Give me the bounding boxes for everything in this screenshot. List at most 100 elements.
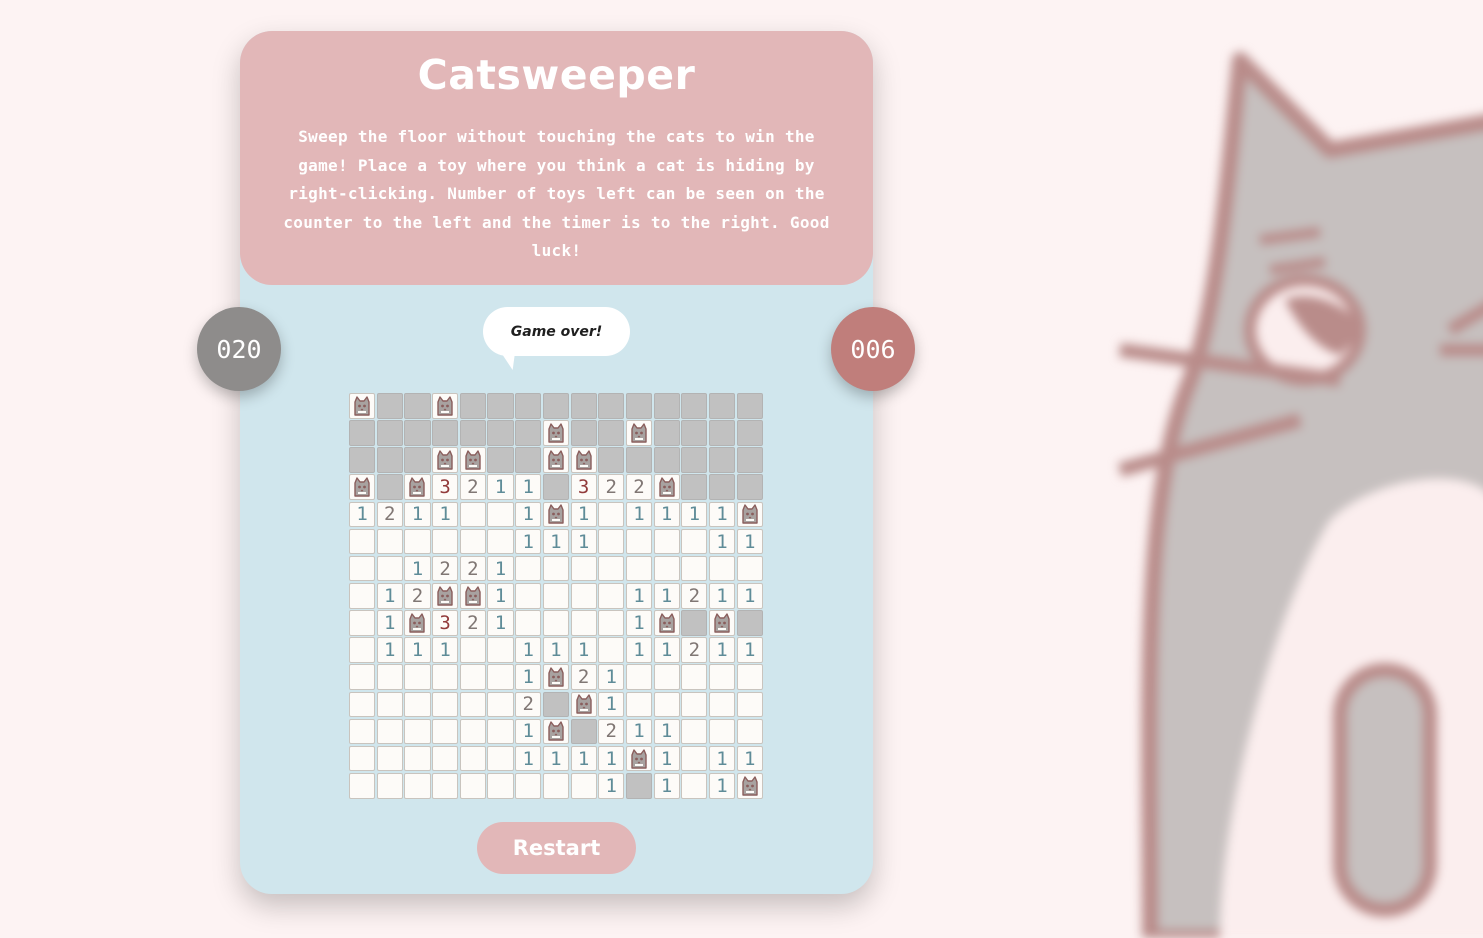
empty-tile[interactable]: [376, 772, 403, 799]
cat-tile[interactable]: [432, 582, 459, 609]
cat-tile[interactable]: [542, 420, 569, 446]
number-tile[interactable]: 1: [570, 501, 597, 528]
empty-tile[interactable]: [625, 691, 653, 718]
number-tile[interactable]: 1: [349, 501, 376, 528]
empty-tile[interactable]: [404, 772, 431, 799]
cat-tile[interactable]: [653, 610, 680, 636]
closed-tile[interactable]: [625, 447, 653, 473]
empty-tile[interactable]: [542, 610, 569, 636]
empty-tile[interactable]: [404, 691, 431, 718]
cat-tile[interactable]: [432, 447, 459, 473]
number-tile[interactable]: 1: [432, 637, 459, 663]
empty-tile[interactable]: [736, 718, 763, 745]
cat-tile[interactable]: [349, 393, 376, 419]
closed-tile[interactable]: [487, 447, 514, 473]
empty-tile[interactable]: [681, 528, 708, 555]
empty-tile[interactable]: [625, 528, 653, 555]
number-tile[interactable]: 1: [653, 637, 680, 663]
number-tile[interactable]: 1: [515, 528, 542, 555]
number-tile[interactable]: 2: [459, 474, 486, 501]
empty-tile[interactable]: [708, 664, 736, 690]
empty-tile[interactable]: [515, 555, 542, 582]
empty-tile[interactable]: [487, 745, 514, 772]
number-tile[interactable]: 1: [598, 691, 625, 718]
number-tile[interactable]: 1: [625, 637, 653, 663]
number-tile[interactable]: 1: [681, 501, 708, 528]
closed-tile[interactable]: [681, 420, 708, 446]
empty-tile[interactable]: [404, 745, 431, 772]
number-tile[interactable]: 2: [570, 664, 597, 690]
number-tile[interactable]: 1: [432, 501, 459, 528]
empty-tile[interactable]: [349, 610, 376, 636]
number-tile[interactable]: 1: [653, 501, 680, 528]
empty-tile[interactable]: [459, 745, 486, 772]
empty-tile[interactable]: [349, 664, 376, 690]
number-tile[interactable]: 1: [653, 745, 680, 772]
number-tile[interactable]: 2: [681, 637, 708, 663]
number-tile[interactable]: 2: [376, 501, 403, 528]
number-tile[interactable]: 1: [625, 610, 653, 636]
number-tile[interactable]: 1: [708, 582, 736, 609]
closed-tile[interactable]: [736, 393, 763, 419]
number-tile[interactable]: 1: [515, 745, 542, 772]
number-tile[interactable]: 1: [487, 474, 514, 501]
closed-tile[interactable]: [681, 474, 708, 501]
empty-tile[interactable]: [459, 501, 486, 528]
restart-button[interactable]: Restart: [477, 822, 636, 874]
number-tile[interactable]: 1: [625, 501, 653, 528]
number-tile[interactable]: 1: [598, 745, 625, 772]
empty-tile[interactable]: [376, 528, 403, 555]
closed-tile[interactable]: [708, 393, 736, 419]
closed-tile[interactable]: [542, 691, 569, 718]
empty-tile[interactable]: [736, 555, 763, 582]
empty-tile[interactable]: [515, 582, 542, 609]
cat-tile[interactable]: [432, 393, 459, 419]
closed-tile[interactable]: [598, 447, 625, 473]
cat-tile[interactable]: [736, 772, 763, 799]
number-tile[interactable]: 1: [736, 637, 763, 663]
closed-tile[interactable]: [404, 420, 431, 446]
empty-tile[interactable]: [598, 528, 625, 555]
number-tile[interactable]: 2: [459, 610, 486, 636]
cat-tile[interactable]: [736, 501, 763, 528]
empty-tile[interactable]: [736, 691, 763, 718]
closed-tile[interactable]: [376, 474, 403, 501]
closed-tile[interactable]: [487, 420, 514, 446]
empty-tile[interactable]: [459, 528, 486, 555]
number-tile[interactable]: 1: [376, 637, 403, 663]
closed-tile[interactable]: [598, 393, 625, 419]
number-tile[interactable]: 1: [487, 555, 514, 582]
number-tile[interactable]: 1: [570, 637, 597, 663]
number-tile[interactable]: 1: [404, 501, 431, 528]
number-tile[interactable]: 3: [432, 474, 459, 501]
number-tile[interactable]: 1: [542, 637, 569, 663]
closed-tile[interactable]: [376, 393, 403, 419]
cat-tile[interactable]: [653, 474, 680, 501]
empty-tile[interactable]: [736, 664, 763, 690]
empty-tile[interactable]: [349, 745, 376, 772]
closed-tile[interactable]: [708, 420, 736, 446]
cat-tile[interactable]: [708, 610, 736, 636]
empty-tile[interactable]: [598, 555, 625, 582]
number-tile[interactable]: 3: [570, 474, 597, 501]
closed-tile[interactable]: [376, 447, 403, 473]
empty-tile[interactable]: [598, 582, 625, 609]
empty-tile[interactable]: [459, 718, 486, 745]
closed-tile[interactable]: [542, 474, 569, 501]
empty-tile[interactable]: [432, 664, 459, 690]
empty-tile[interactable]: [349, 691, 376, 718]
number-tile[interactable]: 1: [515, 474, 542, 501]
number-tile[interactable]: 1: [708, 501, 736, 528]
number-tile[interactable]: 1: [515, 718, 542, 745]
number-tile[interactable]: 1: [653, 582, 680, 609]
number-tile[interactable]: 2: [598, 718, 625, 745]
empty-tile[interactable]: [625, 664, 653, 690]
empty-tile[interactable]: [708, 718, 736, 745]
closed-tile[interactable]: [625, 393, 653, 419]
empty-tile[interactable]: [432, 718, 459, 745]
empty-tile[interactable]: [349, 555, 376, 582]
number-tile[interactable]: 2: [625, 474, 653, 501]
closed-tile[interactable]: [681, 610, 708, 636]
empty-tile[interactable]: [598, 501, 625, 528]
number-tile[interactable]: 1: [376, 582, 403, 609]
